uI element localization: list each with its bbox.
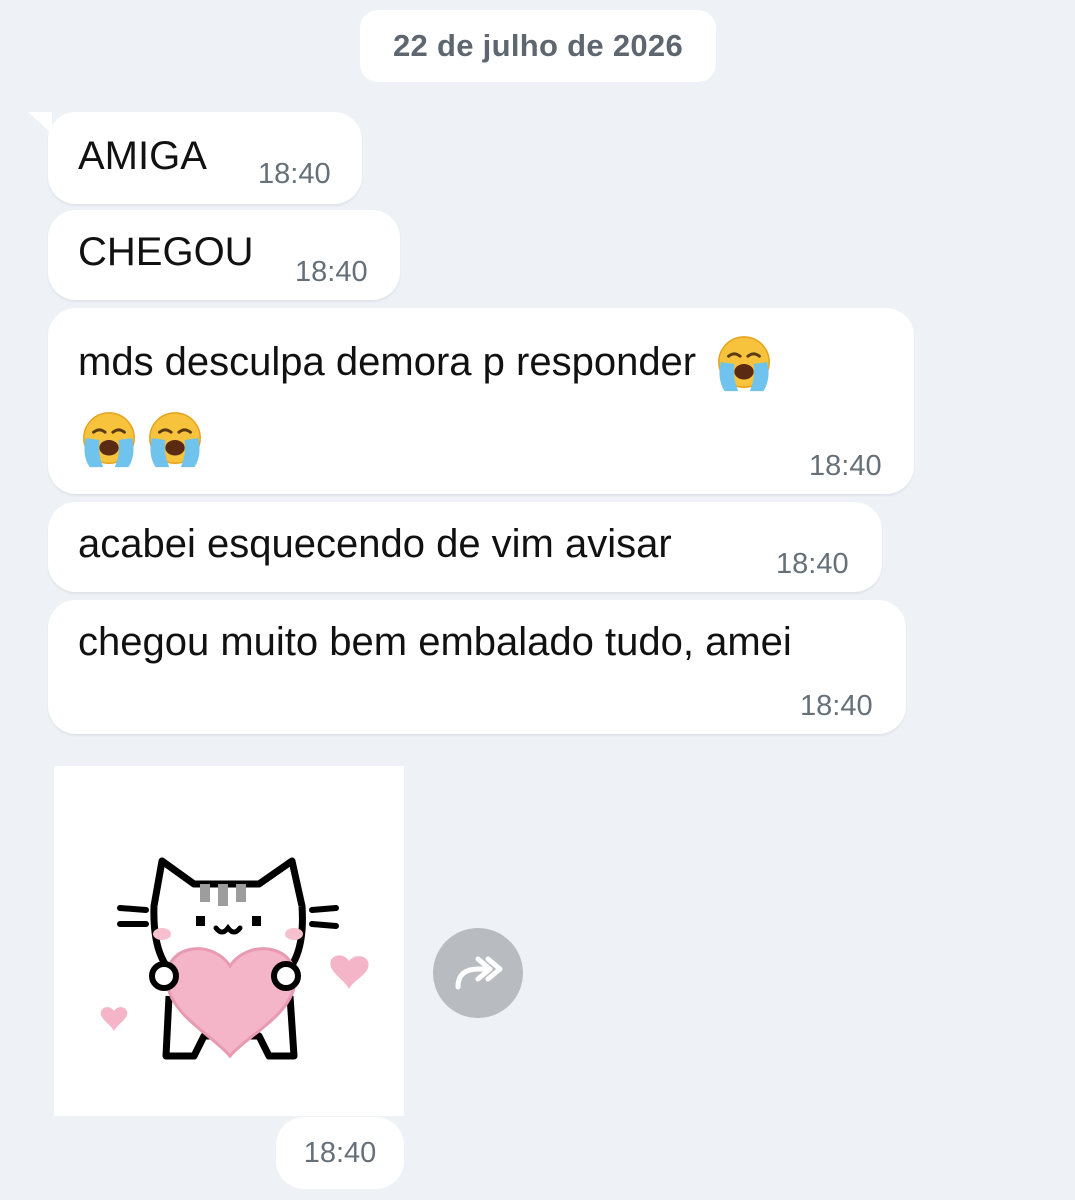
message-bubble[interactable]: AMIGA 18:40 xyxy=(48,112,362,204)
message-time: 18:40 xyxy=(258,158,331,190)
date-separator: 22 de julho de 2026 xyxy=(360,10,716,82)
bubble-tail xyxy=(28,112,52,134)
message-time: 18:40 xyxy=(800,690,873,722)
loudly-crying-face-icon xyxy=(144,409,206,471)
message-text: CHEGOU xyxy=(78,230,254,274)
message-text: chegou muito bem embalado tudo, amei xyxy=(78,620,792,664)
loudly-crying-face-icon xyxy=(78,409,140,471)
message-time: 18:40 xyxy=(809,450,882,482)
message-bubble[interactable]: CHEGOU 18:40 xyxy=(48,210,400,300)
message-time: 18:40 xyxy=(295,256,368,288)
message-text: mds desculpa demora p responder xyxy=(78,326,775,398)
message-bubble[interactable]: chegou muito bem embalado tudo, amei 18:… xyxy=(48,600,906,734)
cat-holding-heart-sticker[interactable] xyxy=(54,766,404,1116)
message-emoji-line xyxy=(78,402,206,474)
message-text: acabei esquecendo de vim avisar xyxy=(78,522,672,566)
cat-sticker-icon xyxy=(100,857,369,1060)
message-time: 18:40 xyxy=(776,548,849,580)
message-bubble[interactable]: mds desculpa demora p responder 18:40 xyxy=(48,308,914,494)
message-bubble[interactable]: acabei esquecendo de vim avisar 18:40 xyxy=(48,502,882,592)
forward-button[interactable] xyxy=(433,928,523,1018)
loudly-crying-face-icon xyxy=(713,333,775,395)
message-text: AMIGA xyxy=(78,134,207,178)
message-text-content: mds desculpa demora p responder xyxy=(78,340,697,384)
forward-arrow-icon xyxy=(455,956,503,990)
sticker-time: 18:40 xyxy=(276,1117,404,1189)
